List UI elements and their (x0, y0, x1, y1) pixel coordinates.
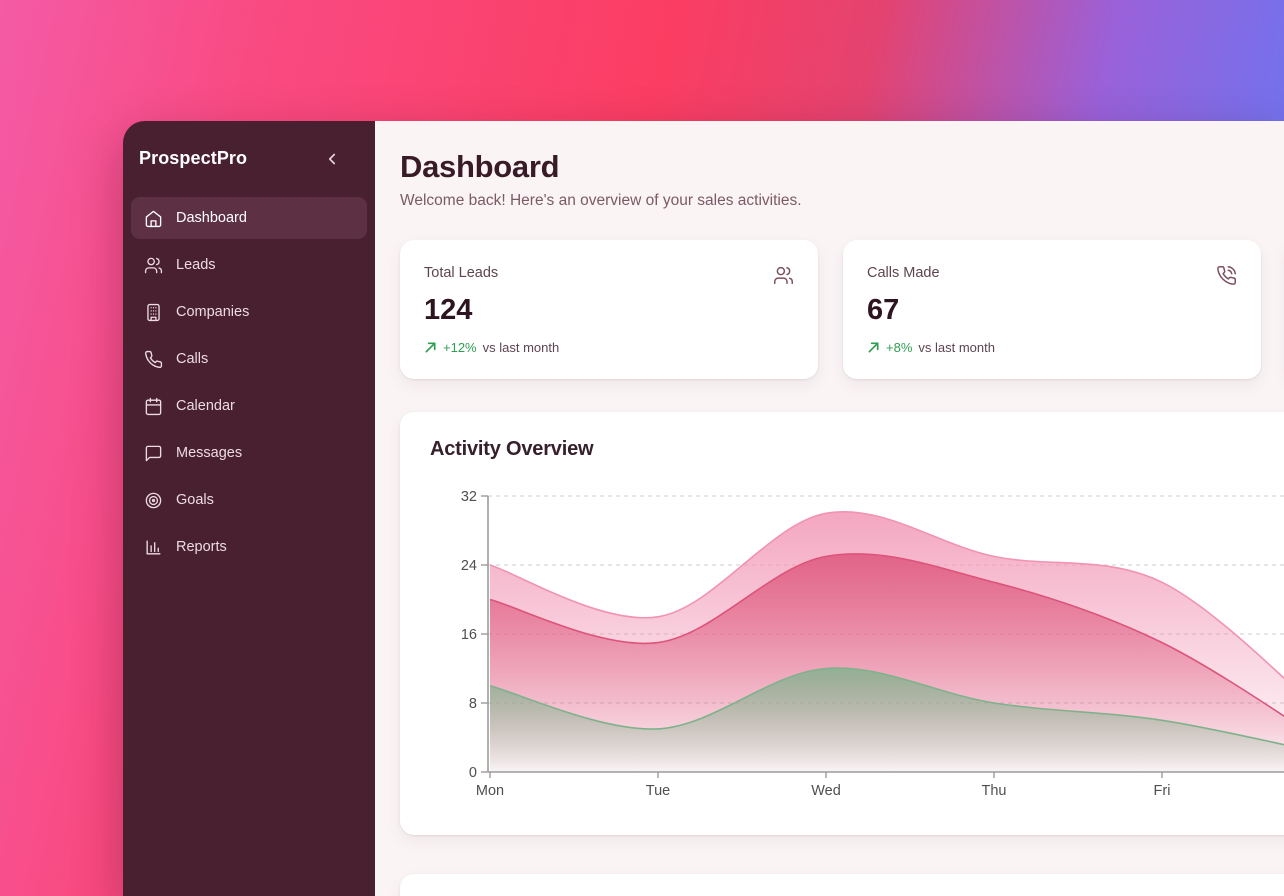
trend-percent: +12% (443, 340, 477, 355)
bar-chart-icon (144, 538, 163, 557)
sidebar-item-goals[interactable]: Goals (131, 479, 367, 521)
trend-up-icon (424, 341, 437, 354)
svg-text:16: 16 (461, 627, 477, 643)
svg-text:32: 32 (461, 489, 477, 505)
users-icon (773, 265, 794, 286)
page-title: Dashboard (400, 149, 1284, 185)
svg-text:Tue: Tue (646, 783, 670, 799)
trend-up-icon (867, 341, 880, 354)
building-icon (144, 303, 163, 322)
calendar-icon (144, 397, 163, 416)
svg-text:24: 24 (461, 558, 477, 574)
chevron-left-icon[interactable] (323, 150, 341, 168)
app-window: ProspectPro Dashboard Leads Companies Calls… (123, 121, 1284, 896)
sidebar-nav: Dashboard Leads Companies Calls Calendar Mess… (123, 193, 375, 577)
activity-chart-svg: 08162432MonTueWedThuFriSat (430, 469, 1284, 809)
home-icon (144, 209, 163, 228)
nav-item-label: Messages (176, 445, 242, 461)
brand-logo: ProspectPro (139, 148, 247, 169)
message-icon (144, 444, 163, 463)
stat-value: 67 (867, 294, 1237, 327)
sidebar-header: ProspectPro (123, 121, 375, 193)
page-subtitle: Welcome back! Here's an overview of your… (400, 192, 1284, 210)
sidebar-item-calls[interactable]: Calls (131, 338, 367, 380)
svg-text:Wed: Wed (811, 783, 841, 799)
main-content: Dashboard Welcome back! Here's an overvi… (375, 121, 1284, 896)
phone-icon (144, 350, 163, 369)
partial-bottom-card (400, 874, 1284, 896)
nav-item-label: Leads (176, 257, 216, 273)
nav-item-label: Reports (176, 539, 227, 555)
users-icon (144, 256, 163, 275)
svg-text:8: 8 (469, 696, 477, 712)
sidebar-item-leads[interactable]: Leads (131, 244, 367, 286)
trend-suffix: vs last month (483, 340, 560, 355)
sidebar: ProspectPro Dashboard Leads Companies Calls… (123, 121, 375, 896)
sidebar-item-calendar[interactable]: Calendar (131, 385, 367, 427)
svg-text:Fri: Fri (1154, 783, 1171, 799)
stat-trend: +8% vs last month (867, 340, 1237, 355)
nav-item-label: Companies (176, 304, 249, 320)
stat-card-header: Calls Made (867, 265, 1237, 286)
stat-value: 124 (424, 294, 794, 327)
nav-item-label: Dashboard (176, 210, 247, 226)
svg-text:Mon: Mon (476, 783, 504, 799)
sidebar-item-messages[interactable]: Messages (131, 432, 367, 474)
activity-overview-card: Activity Overview 0 8 16 24 32 Mon Tue Wed Thu Fr… (400, 412, 1284, 835)
target-icon (144, 491, 163, 510)
stats-row: Total Leads 124 +12% vs last month Calls… (400, 240, 1284, 379)
nav-item-label: Calendar (176, 398, 235, 414)
stat-card-calls-made: Calls Made 67 +8% vs last month (843, 240, 1261, 379)
activity-chart: 08162432MonTueWedThuFriSat (430, 469, 1284, 814)
nav-item-label: Goals (176, 492, 214, 508)
stat-card-total-leads: Total Leads 124 +12% vs last month (400, 240, 818, 379)
sidebar-item-companies[interactable]: Companies (131, 291, 367, 333)
svg-text:0: 0 (469, 765, 477, 781)
sidebar-item-reports[interactable]: Reports (131, 526, 367, 568)
chart-title: Activity Overview (430, 438, 1284, 461)
phone-call-icon (1216, 265, 1237, 286)
trend-suffix: vs last month (918, 340, 995, 355)
stat-label: Total Leads (424, 265, 498, 281)
svg-text:Thu: Thu (982, 783, 1007, 799)
stat-label: Calls Made (867, 265, 940, 281)
trend-percent: +8% (886, 340, 912, 355)
gradient-background: ProspectPro Dashboard Leads Companies Calls… (0, 0, 1284, 896)
stat-trend: +12% vs last month (424, 340, 794, 355)
nav-item-label: Calls (176, 351, 208, 367)
sidebar-item-dashboard[interactable]: Dashboard (131, 197, 367, 239)
stat-card-header: Total Leads (424, 265, 794, 286)
